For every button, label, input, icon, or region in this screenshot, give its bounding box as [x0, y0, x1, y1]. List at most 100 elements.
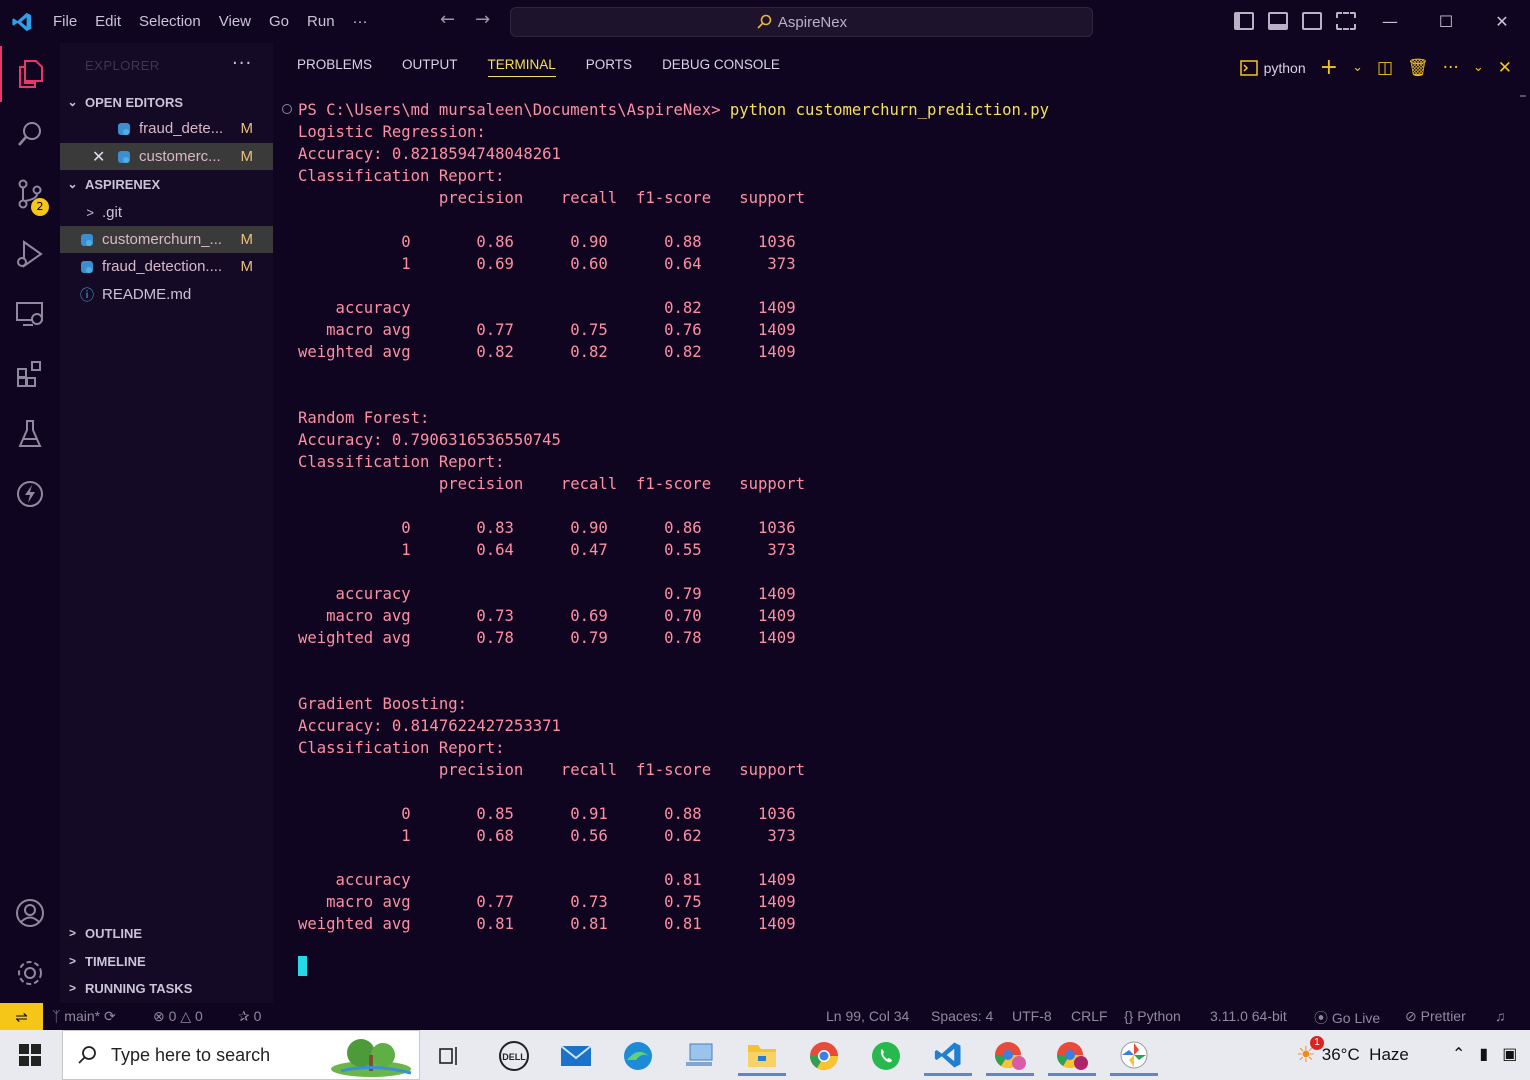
remote-indicator-icon[interactable]: ⇌ [0, 1003, 43, 1030]
tab-problems[interactable]: PROBLEMS [297, 57, 372, 77]
open-editors-header[interactable]: ⌄ OPEN EDITORS [60, 89, 273, 115]
running-tasks-header[interactable]: > RUNNING TASKS [60, 975, 273, 1001]
toggle-secondary-sidebar-icon[interactable] [1302, 12, 1322, 30]
mail-icon[interactable] [552, 1036, 600, 1076]
scrollbar[interactable] [1520, 95, 1526, 107]
cursor-position[interactable]: Ln 99, Col 34 [826, 1008, 909, 1024]
more-actions-icon[interactable]: ··· [232, 53, 252, 74]
ports-status[interactable]: ✰ 0 [238, 1008, 261, 1025]
terminal-line: weighted avg 0.78 0.79 0.78 1409 [298, 629, 796, 647]
customize-layout-icon[interactable] [1336, 12, 1356, 30]
terminal-line: Gradient Boosting: [298, 695, 467, 713]
close-editor-icon[interactable]: ✕ [92, 147, 117, 167]
toggle-primary-sidebar-icon[interactable] [1234, 12, 1254, 30]
minimize-icon[interactable]: — [1362, 0, 1418, 43]
close-panel-icon[interactable]: ✕ [1498, 58, 1512, 78]
indentation[interactable]: Spaces: 4 [931, 1008, 993, 1024]
split-terminal-icon[interactable]: ◫ [1377, 58, 1393, 78]
computer-icon[interactable] [676, 1036, 724, 1076]
menu-view[interactable]: View [210, 0, 260, 43]
extensions-icon[interactable] [0, 346, 60, 402]
testing-icon[interactable] [0, 406, 60, 462]
command-center[interactable]: AspireNex [510, 7, 1093, 37]
problems-status[interactable]: ⊗ 0 △ 0 [153, 1008, 203, 1025]
search-highlight-illustration-icon [331, 1039, 412, 1077]
chrome-icon[interactable] [800, 1036, 848, 1076]
terminal-prompt: PS C:\Users\md mursaleen\Documents\Aspir… [298, 101, 730, 119]
chevron-right-icon: > [68, 926, 76, 940]
trash-icon[interactable]: 🗑 [1407, 58, 1429, 78]
weather-widget[interactable]: ☀ 1 36°C Haze [1296, 1036, 1409, 1068]
network-icon[interactable]: ▣ [1502, 1044, 1517, 1063]
menu-run[interactable]: Run [298, 0, 344, 43]
maximize-icon[interactable]: ☐ [1418, 0, 1474, 43]
account-icon[interactable] [0, 885, 60, 941]
tab-debug-console[interactable]: DEBUG CONSOLE [662, 57, 780, 77]
pinwheel-app-icon[interactable] [1110, 1036, 1158, 1076]
python-interpreter[interactable]: 3.11.0 64-bit [1210, 1008, 1287, 1024]
edge-icon[interactable] [614, 1036, 662, 1076]
open-editor-item[interactable]: fraud_dete... M [60, 115, 273, 142]
go-live-button[interactable]: ⦿ Go Live [1314, 1008, 1380, 1028]
branch-status[interactable]: ᛉ main* ⟳ [52, 1008, 116, 1025]
whatsapp-icon[interactable] [862, 1036, 910, 1076]
file-item-fraud-detection[interactable]: fraud_detection.... M [60, 253, 273, 280]
file-item-readme[interactable]: ⓘ README.md [60, 281, 273, 308]
run-debug-icon[interactable] [0, 226, 60, 282]
menu-selection[interactable]: Selection [130, 0, 210, 43]
chevron-down-icon[interactable]: ⌄ [1352, 60, 1363, 75]
chevron-down-icon[interactable]: ⌄ [1473, 60, 1484, 75]
git-branch-icon: ᛉ [52, 1008, 61, 1024]
folder-header[interactable]: ⌄ ASPIRENEX [60, 171, 273, 197]
folder-item-git[interactable]: > .git [60, 199, 273, 226]
tab-ports[interactable]: PORTS [586, 57, 632, 77]
dell-icon[interactable]: DELL [490, 1036, 538, 1076]
settings-gear-icon[interactable] [0, 945, 60, 1001]
remote-explorer-icon[interactable] [0, 286, 60, 342]
vscode-icon[interactable] [924, 1036, 972, 1076]
terminal-selector[interactable]: python [1239, 59, 1306, 76]
modified-badge: M [240, 231, 254, 248]
task-view-icon[interactable] [426, 1036, 474, 1076]
taskbar-search-input[interactable]: Type here to search [62, 1030, 420, 1080]
language-mode[interactable]: {} Python [1124, 1008, 1181, 1024]
prettier-status[interactable]: ⊘ Prettier [1405, 1008, 1466, 1025]
open-editor-label: customerc... [139, 148, 221, 165]
encoding[interactable]: UTF-8 [1012, 1008, 1052, 1024]
forward-arrow-icon[interactable]: → [475, 9, 490, 30]
search-icon[interactable] [0, 106, 60, 162]
menu-file[interactable]: File [44, 0, 86, 43]
terminal-line: 1 0.69 0.60 0.64 373 [298, 255, 796, 273]
end-of-line[interactable]: CRLF [1071, 1008, 1108, 1024]
tab-terminal[interactable]: TERMINAL [487, 57, 556, 77]
timeline-header[interactable]: > TIMELINE [60, 948, 273, 974]
menu-go[interactable]: Go [260, 0, 298, 43]
chrome-profile-m-icon[interactable] [1048, 1036, 1096, 1076]
new-terminal-icon[interactable]: + [1320, 55, 1338, 80]
file-explorer-icon[interactable] [738, 1036, 786, 1076]
chevron-down-icon: ⌄ [67, 177, 78, 191]
thunder-icon[interactable] [0, 466, 60, 522]
terminal-icon [1239, 59, 1258, 76]
windows-start-icon[interactable] [0, 1030, 60, 1080]
file-item-customerchurn[interactable]: customerchurn_... M [60, 226, 273, 253]
chrome-profile-md-icon[interactable] [986, 1036, 1034, 1076]
menu-bar: File Edit Selection View Go Run ··· [44, 0, 377, 43]
toggle-panel-icon[interactable] [1268, 12, 1288, 30]
more-actions-icon[interactable]: ··· [1443, 58, 1459, 78]
bell-icon[interactable]: ♫ [1495, 1008, 1506, 1024]
svg-text:DELL: DELL [502, 1052, 526, 1062]
outline-header[interactable]: > OUTLINE [60, 920, 273, 946]
tab-output[interactable]: OUTPUT [402, 57, 458, 77]
menu-more[interactable]: ··· [344, 0, 377, 43]
back-arrow-icon[interactable]: ← [440, 9, 455, 30]
close-icon[interactable]: ✕ [1474, 0, 1530, 43]
terminal-output[interactable]: PS C:\Users\md mursaleen\Documents\Aspir… [298, 99, 1049, 935]
chevron-up-icon[interactable]: ⌃ [1452, 1044, 1465, 1063]
warning-icon: △ [180, 1008, 192, 1024]
menu-edit[interactable]: Edit [86, 0, 130, 43]
battery-icon[interactable]: ▮ [1479, 1044, 1488, 1063]
source-control-icon[interactable]: 2 [0, 166, 60, 222]
explorer-icon[interactable] [0, 46, 60, 102]
open-editor-item-active[interactable]: ✕ customerc... M [60, 143, 273, 170]
